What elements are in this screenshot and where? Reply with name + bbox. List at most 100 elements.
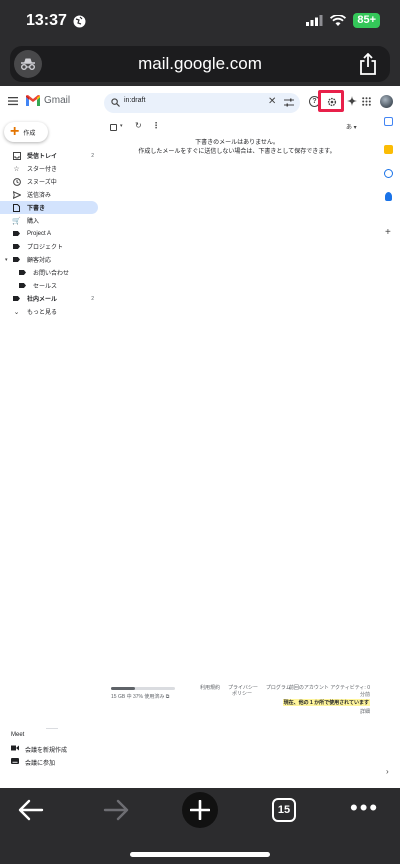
label-tag-icon bbox=[12, 255, 21, 264]
sidebar-item-project-a[interactable]: Project A bbox=[0, 227, 100, 240]
folder-navigation: 受信トレイ 2 ☆ スター付き スヌーズ中 送信済み 下書き 🛒 購入 Proj… bbox=[0, 149, 100, 318]
search-input[interactable]: in:draft bbox=[124, 97, 145, 104]
forward-arrow-icon[interactable] bbox=[103, 798, 129, 822]
compose-plus-icon: + bbox=[10, 123, 20, 140]
label-tag-icon bbox=[18, 268, 27, 277]
sidebar-item-sales[interactable]: セールス bbox=[0, 279, 100, 292]
url-text: mail.google.com bbox=[138, 54, 262, 73]
battery-indicator: 85+ bbox=[353, 13, 380, 28]
refresh-icon[interactable]: ↻ bbox=[135, 121, 142, 130]
more-menu-icon[interactable]: ••• bbox=[350, 797, 379, 819]
storage-usage-bar bbox=[111, 687, 175, 690]
sidebar-item-starred[interactable]: ☆ スター付き bbox=[0, 162, 100, 175]
gemini-sparkle-icon[interactable] bbox=[347, 96, 357, 106]
share-button[interactable] bbox=[356, 52, 380, 76]
keyboard-icon bbox=[11, 758, 19, 766]
browser-bottom-toolbar: 15 ••• bbox=[0, 788, 400, 864]
last-activity-text: 前回のアカウント アクティビティ: 0 bbox=[288, 685, 370, 691]
home-indicator bbox=[130, 852, 270, 857]
sidebar-item-label: 下書き bbox=[27, 206, 46, 212]
select-menu-caret-icon[interactable]: ▾ bbox=[120, 123, 123, 129]
new-meeting-button[interactable]: 会議を新規作成 bbox=[11, 744, 67, 754]
new-tab-button[interactable] bbox=[182, 792, 218, 828]
unread-count: 2 bbox=[91, 295, 94, 302]
status-time-group: 13:37 bbox=[26, 12, 86, 30]
sidebar-item-label: 社内メール bbox=[27, 297, 58, 303]
mail-search-bar[interactable]: in:draft ✕ bbox=[104, 93, 300, 113]
input-tools-label: あ bbox=[346, 125, 353, 131]
compose-label: 作成 bbox=[23, 130, 36, 137]
status-time: 13:37 bbox=[26, 12, 67, 29]
sidebar-item-label: もっと見る bbox=[27, 310, 58, 316]
account-avatar[interactable] bbox=[380, 95, 393, 108]
video-camera-icon bbox=[11, 745, 19, 753]
search-options-icon[interactable] bbox=[284, 98, 294, 107]
mail-list-toolbar: ▾ ↻ ⋮ あ ▾ bbox=[108, 121, 368, 134]
activity-details-link[interactable]: 詳細 bbox=[360, 708, 370, 715]
keep-icon[interactable] bbox=[384, 145, 393, 154]
privacy-link-continued[interactable]: ポリシー bbox=[232, 690, 252, 697]
sidebar-item-customer-support[interactable]: ▾ 顧客対応 bbox=[0, 253, 100, 266]
terms-link[interactable]: 利用規約 bbox=[200, 684, 220, 691]
storage-usage-label: 15 GB 中 37% 使用済み bbox=[111, 694, 165, 700]
gmail-logo[interactable]: Gmail bbox=[26, 95, 70, 106]
more-options-icon[interactable]: ⋮ bbox=[152, 121, 160, 130]
main-menu-icon[interactable] bbox=[8, 96, 18, 106]
label-tag-icon bbox=[18, 281, 27, 290]
new-meeting-label: 会議を新規作成 bbox=[25, 747, 68, 754]
join-meeting-label: 会議に参加 bbox=[25, 760, 56, 767]
send-icon bbox=[12, 190, 21, 199]
sidebar-item-purchases[interactable]: 🛒 購入 bbox=[0, 214, 100, 227]
label-tag-icon bbox=[12, 294, 21, 303]
cellular-signal-icon bbox=[306, 15, 323, 26]
input-tools-button[interactable]: あ ▾ bbox=[346, 122, 357, 131]
settings-gear-icon[interactable] bbox=[327, 97, 337, 107]
gmail-page: Gmail in:draft ✕ ? + 作成 受信トレイ 2 ☆ スター付き bbox=[0, 86, 400, 788]
join-meeting-button[interactable]: 会議に参加 bbox=[11, 757, 55, 767]
sidebar-item-more[interactable]: ⌄ もっと見る bbox=[0, 305, 100, 318]
gmail-header: Gmail in:draft ✕ ? bbox=[0, 86, 400, 118]
expand-caret-icon[interactable]: ▾ bbox=[5, 257, 8, 263]
back-arrow-icon[interactable] bbox=[18, 798, 44, 822]
empty-message-line-1: 下書きのメールはありません。 bbox=[195, 140, 279, 146]
sidebar-item-label: 顧客対応 bbox=[27, 258, 52, 264]
sidebar-item-inquiries[interactable]: お問い合わせ bbox=[0, 266, 100, 279]
google-apps-icon[interactable] bbox=[362, 97, 371, 106]
unread-count: 2 bbox=[91, 152, 94, 159]
expand-panel-icon[interactable]: › bbox=[386, 767, 389, 776]
sidebar-item-label: 購入 bbox=[27, 219, 40, 225]
clear-search-icon[interactable]: ✕ bbox=[268, 97, 276, 107]
meet-divider bbox=[46, 728, 58, 729]
select-all-checkbox[interactable] bbox=[110, 124, 117, 131]
program-policies-link[interactable]: プログラム bbox=[266, 684, 291, 691]
empty-drafts-message: 下書きのメールはありません。 作成したメールをすぐに送信しない場合は、下書きとし… bbox=[108, 139, 366, 157]
shopping-cart-icon: 🛒 bbox=[12, 217, 21, 225]
compose-button[interactable]: + 作成 bbox=[4, 122, 48, 142]
tasks-icon[interactable] bbox=[384, 169, 393, 178]
calendar-icon[interactable] bbox=[384, 117, 393, 126]
add-addon-icon[interactable]: + bbox=[385, 227, 391, 238]
wifi-icon bbox=[330, 14, 347, 26]
chevron-down-icon: ⌄ bbox=[13, 308, 20, 316]
sidebar-item-project[interactable]: プロジェクト bbox=[0, 240, 100, 253]
sidebar-item-label: セールス bbox=[33, 284, 58, 290]
sidebar-item-inbox[interactable]: 受信トレイ 2 bbox=[0, 149, 100, 162]
sidebar-item-drafts[interactable]: 下書き bbox=[0, 201, 98, 214]
sidebar-item-label: プロジェクト bbox=[27, 245, 64, 251]
label-tag-icon bbox=[12, 242, 21, 251]
storage-usage-fill bbox=[111, 687, 135, 690]
other-session-notice: 現在、他の 1 か所で使用されています bbox=[282, 699, 370, 706]
sidebar-item-label: 送信済み bbox=[27, 193, 52, 199]
empty-message-line-2: 作成したメールをすぐに送信しない場合は、下書きとして保存できます。 bbox=[138, 149, 336, 155]
tab-switcher-button[interactable]: 15 bbox=[272, 798, 296, 822]
contacts-icon[interactable] bbox=[385, 192, 392, 201]
sidebar-item-sent[interactable]: 送信済み bbox=[0, 188, 100, 201]
address-bar[interactable]: mail.google.com bbox=[10, 46, 390, 82]
sidebar-item-label: スヌーズ中 bbox=[27, 180, 57, 186]
sidebar-item-label: スター付き bbox=[27, 167, 58, 173]
search-icon[interactable] bbox=[111, 98, 120, 107]
sidebar-item-internal-mail[interactable]: 社内メール 2 bbox=[0, 292, 100, 305]
location-globe-icon bbox=[73, 15, 86, 27]
storage-usage-text[interactable]: 15 GB 中 37% 使用済み ⧉ bbox=[111, 693, 169, 700]
sidebar-item-snoozed[interactable]: スヌーズ中 bbox=[0, 175, 100, 188]
